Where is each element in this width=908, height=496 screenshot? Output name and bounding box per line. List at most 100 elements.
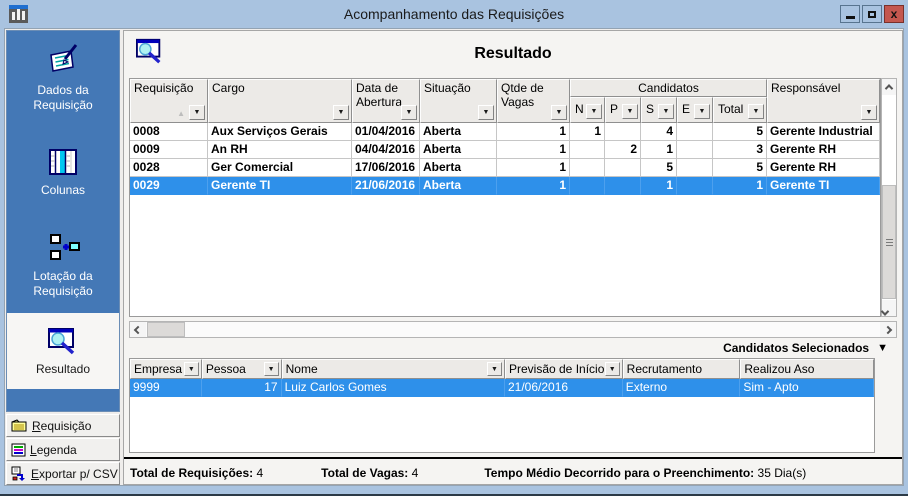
column-header-responsavel[interactable]: Responsável ▼ xyxy=(767,79,880,123)
column-header-data-abertura[interactable]: Data de Abertura ▼ xyxy=(352,79,420,123)
cell-previsao[interactable]: 21/06/2016 xyxy=(505,379,623,397)
cell-situacao[interactable]: Aberta xyxy=(420,123,497,141)
cell-data[interactable]: 04/04/2016 xyxy=(352,141,420,159)
filter-dropdown-button[interactable]: ▼ xyxy=(478,105,494,120)
cell-situacao[interactable]: Aberta xyxy=(420,177,497,195)
cell-requisicao[interactable]: 0008 xyxy=(130,123,208,141)
cell-n[interactable] xyxy=(570,159,605,177)
cell-total[interactable]: 5 xyxy=(713,159,767,177)
cell-vagas[interactable]: 1 xyxy=(497,123,570,141)
column-header-empresa[interactable]: Empresa ▼ xyxy=(130,359,202,379)
table-row-selected[interactable]: 9999 17 Luiz Carlos Gomes 21/06/2016 Ext… xyxy=(130,379,874,397)
cell-requisicao[interactable]: 0028 xyxy=(130,159,208,177)
cell-total[interactable]: 5 xyxy=(713,123,767,141)
filter-dropdown-button[interactable]: ▼ xyxy=(183,362,199,376)
cell-total[interactable]: 1 xyxy=(713,177,767,195)
scroll-right-button[interactable] xyxy=(880,322,896,337)
cell-nome[interactable]: Luiz Carlos Gomes xyxy=(281,379,505,397)
cell-responsavel[interactable]: Gerente RH xyxy=(767,141,880,159)
cell-p[interactable]: 2 xyxy=(605,141,641,159)
column-header-nome[interactable]: Nome ▼ xyxy=(281,359,505,379)
exportar-csv-button[interactable]: Exportar p/ CSV xyxy=(6,462,120,485)
column-header-e[interactable]: E ▼ xyxy=(677,97,713,123)
legenda-button[interactable]: Legenda xyxy=(6,438,120,461)
requisicao-button[interactable]: Requisição xyxy=(6,414,120,437)
filter-dropdown-button[interactable]: ▼ xyxy=(622,104,638,119)
cell-responsavel[interactable]: Gerente RH xyxy=(767,159,880,177)
column-header-situacao[interactable]: Situação ▼ xyxy=(420,79,497,123)
scroll-up-button[interactable] xyxy=(882,79,896,95)
cell-s[interactable]: 5 xyxy=(641,159,677,177)
cell-vagas[interactable]: 1 xyxy=(497,177,570,195)
cell-responsavel[interactable]: Gerente Industrial xyxy=(767,123,880,141)
column-header-realizou-aso[interactable]: Realizou Aso xyxy=(740,359,874,379)
cell-e[interactable] xyxy=(677,177,713,195)
column-header-total[interactable]: Total ▼ xyxy=(713,97,767,123)
scroll-down-button[interactable] xyxy=(880,300,896,316)
cell-data[interactable]: 21/06/2016 xyxy=(352,177,420,195)
cell-s[interactable]: 1 xyxy=(641,177,677,195)
vertical-scrollbar[interactable] xyxy=(880,78,897,317)
cell-s[interactable]: 4 xyxy=(641,123,677,141)
cell-requisicao[interactable]: 0029 xyxy=(130,177,208,195)
minimize-button[interactable] xyxy=(840,5,860,23)
collapse-triangle-icon[interactable]: ▼ xyxy=(877,342,888,354)
filter-dropdown-button[interactable]: ▼ xyxy=(486,362,502,376)
cell-p[interactable] xyxy=(605,177,641,195)
sidebar-item-colunas[interactable]: Colunas xyxy=(7,125,119,219)
cell-cargo[interactable]: Ger Comercial xyxy=(208,159,352,177)
filter-dropdown-button[interactable]: ▼ xyxy=(658,104,674,119)
cell-p[interactable] xyxy=(605,123,641,141)
column-header-cargo[interactable]: Cargo ▼ xyxy=(208,79,352,123)
cell-e[interactable] xyxy=(677,123,713,141)
cell-responsavel[interactable]: Gerente TI xyxy=(767,177,880,195)
cell-empresa[interactable]: 9999 xyxy=(130,379,202,397)
filter-dropdown-button[interactable]: ▼ xyxy=(551,105,567,120)
cell-cargo[interactable]: Gerente TI xyxy=(208,177,352,195)
cell-s[interactable]: 1 xyxy=(641,141,677,159)
cell-total[interactable]: 3 xyxy=(713,141,767,159)
maximize-button[interactable] xyxy=(862,5,882,23)
cell-p[interactable] xyxy=(605,159,641,177)
scroll-left-button[interactable] xyxy=(130,322,146,337)
column-header-qtde-vagas[interactable]: Qtde de Vagas ▼ xyxy=(497,79,570,123)
cell-n[interactable] xyxy=(570,141,605,159)
column-header-p[interactable]: P ▼ xyxy=(605,97,641,123)
cell-situacao[interactable]: Aberta xyxy=(420,159,497,177)
cell-vagas[interactable]: 1 xyxy=(497,141,570,159)
cell-data[interactable]: 17/06/2016 xyxy=(352,159,420,177)
cell-requisicao[interactable]: 0009 xyxy=(130,141,208,159)
filter-dropdown-button[interactable]: ▼ xyxy=(333,105,349,120)
close-button[interactable]: x xyxy=(884,5,904,23)
column-header-previsao-inicio[interactable]: Previsão de Início ▼ xyxy=(504,359,623,379)
column-header-requisicao[interactable]: Requisição ▲ ▼ xyxy=(130,79,208,123)
filter-dropdown-button[interactable]: ▼ xyxy=(604,362,620,376)
scrollbar-thumb[interactable] xyxy=(147,322,185,337)
table-row[interactable]: 0009 An RH 04/04/2016 Aberta 1 2 1 3 Ger… xyxy=(130,141,880,159)
column-header-recrutamento[interactable]: Recrutamento xyxy=(622,359,741,379)
table-row-selected[interactable]: 0029 Gerente TI 21/06/2016 Aberta 1 1 1 … xyxy=(130,177,880,195)
filter-dropdown-button[interactable]: ▼ xyxy=(189,105,205,120)
cell-e[interactable] xyxy=(677,159,713,177)
horizontal-scrollbar[interactable] xyxy=(129,321,897,338)
filter-dropdown-button[interactable]: ▼ xyxy=(861,105,877,120)
cell-situacao[interactable]: Aberta xyxy=(420,141,497,159)
filter-dropdown-button[interactable]: ▼ xyxy=(263,362,279,376)
cell-vagas[interactable]: 1 xyxy=(497,159,570,177)
filter-dropdown-button[interactable]: ▼ xyxy=(401,105,417,120)
cell-recrutamento[interactable]: Externo xyxy=(622,379,741,397)
cell-n[interactable]: 1 xyxy=(570,123,605,141)
column-header-n[interactable]: N ▼ xyxy=(570,97,605,123)
cell-cargo[interactable]: Aux Serviços Gerais xyxy=(208,123,352,141)
table-row[interactable]: 0028 Ger Comercial 17/06/2016 Aberta 1 5… xyxy=(130,159,880,177)
column-header-s[interactable]: S ▼ xyxy=(641,97,677,123)
filter-dropdown-button[interactable]: ▼ xyxy=(748,104,764,119)
column-header-pessoa[interactable]: Pessoa ▼ xyxy=(201,359,282,379)
sidebar-item-dados-da-requisicao[interactable]: Dados da Requisição xyxy=(7,31,119,125)
cell-n[interactable] xyxy=(570,177,605,195)
cell-cargo[interactable]: An RH xyxy=(208,141,352,159)
cell-realizou-aso[interactable]: Sim - Apto xyxy=(740,379,874,397)
sidebar-item-lotacao-da-requisicao[interactable]: Lotação da Requisição xyxy=(7,219,119,313)
filter-dropdown-button[interactable]: ▼ xyxy=(694,104,710,119)
cell-pessoa[interactable]: 17 xyxy=(201,379,282,397)
